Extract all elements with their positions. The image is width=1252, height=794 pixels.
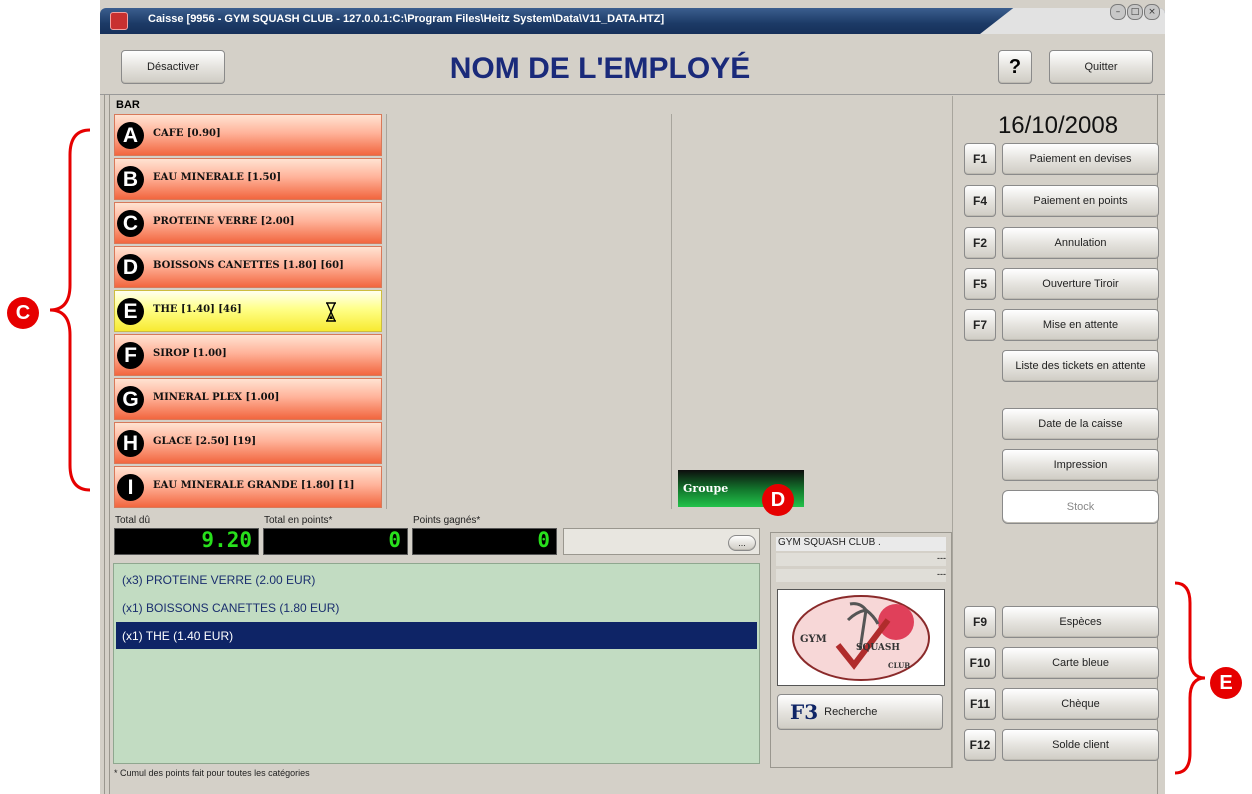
bracket-c: [49, 128, 91, 492]
letter-f-icon: F: [117, 342, 144, 369]
right-panel-divider: [952, 96, 953, 768]
column-divider: [671, 114, 672, 509]
product-button-d[interactable]: D BOISSONS CANETTES [1.80] [60]: [114, 246, 382, 288]
more-button[interactable]: ...: [728, 535, 756, 551]
points-earned-display: 0: [412, 528, 557, 555]
key-f12[interactable]: F12: [964, 729, 996, 761]
annotation-e: E: [1210, 667, 1242, 699]
product-button-i[interactable]: I EAU MINERALE GRANDE [1.80] [1]: [114, 466, 382, 508]
product-label: GLACE [2.50] [19]: [153, 436, 257, 447]
customer-balance-button[interactable]: Solde client: [1002, 729, 1159, 761]
product-label: EAU MINERALE [1.50]: [153, 172, 282, 183]
hold-button[interactable]: Mise en attente: [1002, 309, 1159, 341]
logo-text-squash: SQUASH: [856, 643, 900, 653]
maximize-icon[interactable]: □: [1127, 4, 1143, 20]
product-button-g[interactable]: G MINERAL PLEX [1.00]: [114, 378, 382, 420]
product-button-f[interactable]: F SIROP [1.00]: [114, 334, 382, 376]
annotation-c: C: [7, 297, 39, 329]
ticket-line[interactable]: (x1) BOISSONS CANETTES (1.80 EUR): [122, 601, 339, 615]
product-label: THE [1.40] [46]: [153, 304, 242, 315]
ticket-lines: (x3) PROTEINE VERRE (2.00 EUR) (x1) BOIS…: [113, 563, 760, 764]
cancel-button[interactable]: Annulation: [1002, 227, 1159, 259]
stock-button[interactable]: Stock: [1002, 490, 1159, 524]
club-line-2: ---: [776, 553, 946, 566]
letter-i-icon: I: [117, 474, 144, 501]
key-f5[interactable]: F5: [964, 268, 996, 300]
open-drawer-button[interactable]: Ouverture Tiroir: [1002, 268, 1159, 300]
total-due-label: Total dû: [115, 515, 151, 526]
product-button-e[interactable]: E THE [1.40] [46]: [114, 290, 382, 332]
club-logo: GYM SQUASH CLUB: [777, 589, 945, 686]
ticket-line-selected[interactable]: (x1) THE (1.40 EUR): [122, 629, 233, 643]
logo-text-club: CLUB: [888, 661, 910, 670]
key-f9[interactable]: F9: [964, 606, 996, 638]
product-button-b[interactable]: B EAU MINERALE [1.50]: [114, 158, 382, 200]
search-label: Recherche: [824, 706, 878, 718]
print-button[interactable]: Impression: [1002, 449, 1159, 481]
key-f1[interactable]: F1: [964, 143, 996, 175]
product-button-a[interactable]: A CAFE [0.90]: [114, 114, 382, 156]
letter-e-icon: E: [117, 298, 144, 325]
column-divider: [386, 114, 387, 509]
product-label: MINERAL PLEX [1.00]: [153, 392, 280, 403]
product-label: CAFE [0.90]: [153, 128, 221, 139]
product-label: EAU MINERALE GRANDE [1.80] [1]: [153, 480, 355, 491]
annotation-d: D: [762, 484, 794, 516]
payment-currency-button[interactable]: Paiement en devises: [1002, 143, 1159, 175]
club-line-3: ---: [776, 569, 946, 582]
footnote: * Cumul des points fait pour toutes les …: [114, 768, 310, 778]
card-button[interactable]: Carte bleue: [1002, 647, 1159, 679]
deactivate-button[interactable]: Désactiver: [121, 50, 225, 84]
product-label: SIROP [1.00]: [153, 348, 227, 359]
total-due-display: 9.20: [114, 528, 259, 555]
letter-a-icon: A: [117, 122, 144, 149]
club-name: GYM SQUASH CLUB .: [776, 537, 946, 551]
bracket-e: [1174, 581, 1206, 775]
help-button[interactable]: ?: [998, 50, 1032, 84]
window-title: Caisse [9956 - GYM SQUASH CLUB - 127.0.0…: [148, 13, 665, 25]
ticket-line[interactable]: (x3) PROTEINE VERRE (2.00 EUR): [122, 573, 315, 587]
cash-button[interactable]: Espèces: [1002, 606, 1159, 638]
close-icon[interactable]: ×: [1144, 4, 1160, 20]
minimize-icon[interactable]: –: [1110, 4, 1126, 20]
search-button[interactable]: F3 Recherche: [777, 694, 943, 730]
hourglass-icon: [326, 302, 336, 322]
left-frame: [104, 94, 110, 794]
category-label: BAR: [116, 99, 140, 111]
points-earned-label: Points gagnés*: [413, 515, 481, 526]
letter-b-icon: B: [117, 166, 144, 193]
logo-text-gym: GYM: [800, 634, 827, 645]
letter-d-icon: D: [117, 254, 144, 281]
key-f7[interactable]: F7: [964, 309, 996, 341]
key-f2[interactable]: F2: [964, 227, 996, 259]
quit-button[interactable]: Quitter: [1049, 50, 1153, 84]
product-button-c[interactable]: C PROTEINE VERRE [2.00]: [114, 202, 382, 244]
gym-squash-club-logo: GYM SQUASH CLUB: [792, 595, 930, 681]
letter-h-icon: H: [117, 430, 144, 457]
held-tickets-button[interactable]: Liste des tickets en attente: [1002, 350, 1159, 382]
letter-c-icon: C: [117, 210, 144, 237]
product-label: BOISSONS CANETTES [1.80] [60]: [153, 260, 344, 271]
date-display: 16/10/2008: [997, 112, 1119, 139]
payment-points-button[interactable]: Paiement en points: [1002, 185, 1159, 217]
key-f4[interactable]: F4: [964, 185, 996, 217]
product-label: PROTEINE VERRE [2.00]: [153, 216, 295, 227]
points-total-label: Total en points*: [264, 515, 333, 526]
key-f10[interactable]: F10: [964, 647, 996, 679]
app-icon: [110, 12, 128, 30]
page-title: NOM DE L'EMPLOYÉ: [449, 52, 751, 85]
points-total-display: 0: [263, 528, 408, 555]
key-f11[interactable]: F11: [964, 688, 996, 720]
cheque-button[interactable]: Chèque: [1002, 688, 1159, 720]
product-button-h[interactable]: H GLACE [2.50] [19]: [114, 422, 382, 464]
search-key: F3: [790, 700, 819, 724]
register-date-button[interactable]: Date de la caisse: [1002, 408, 1159, 440]
letter-g-icon: G: [117, 386, 144, 413]
